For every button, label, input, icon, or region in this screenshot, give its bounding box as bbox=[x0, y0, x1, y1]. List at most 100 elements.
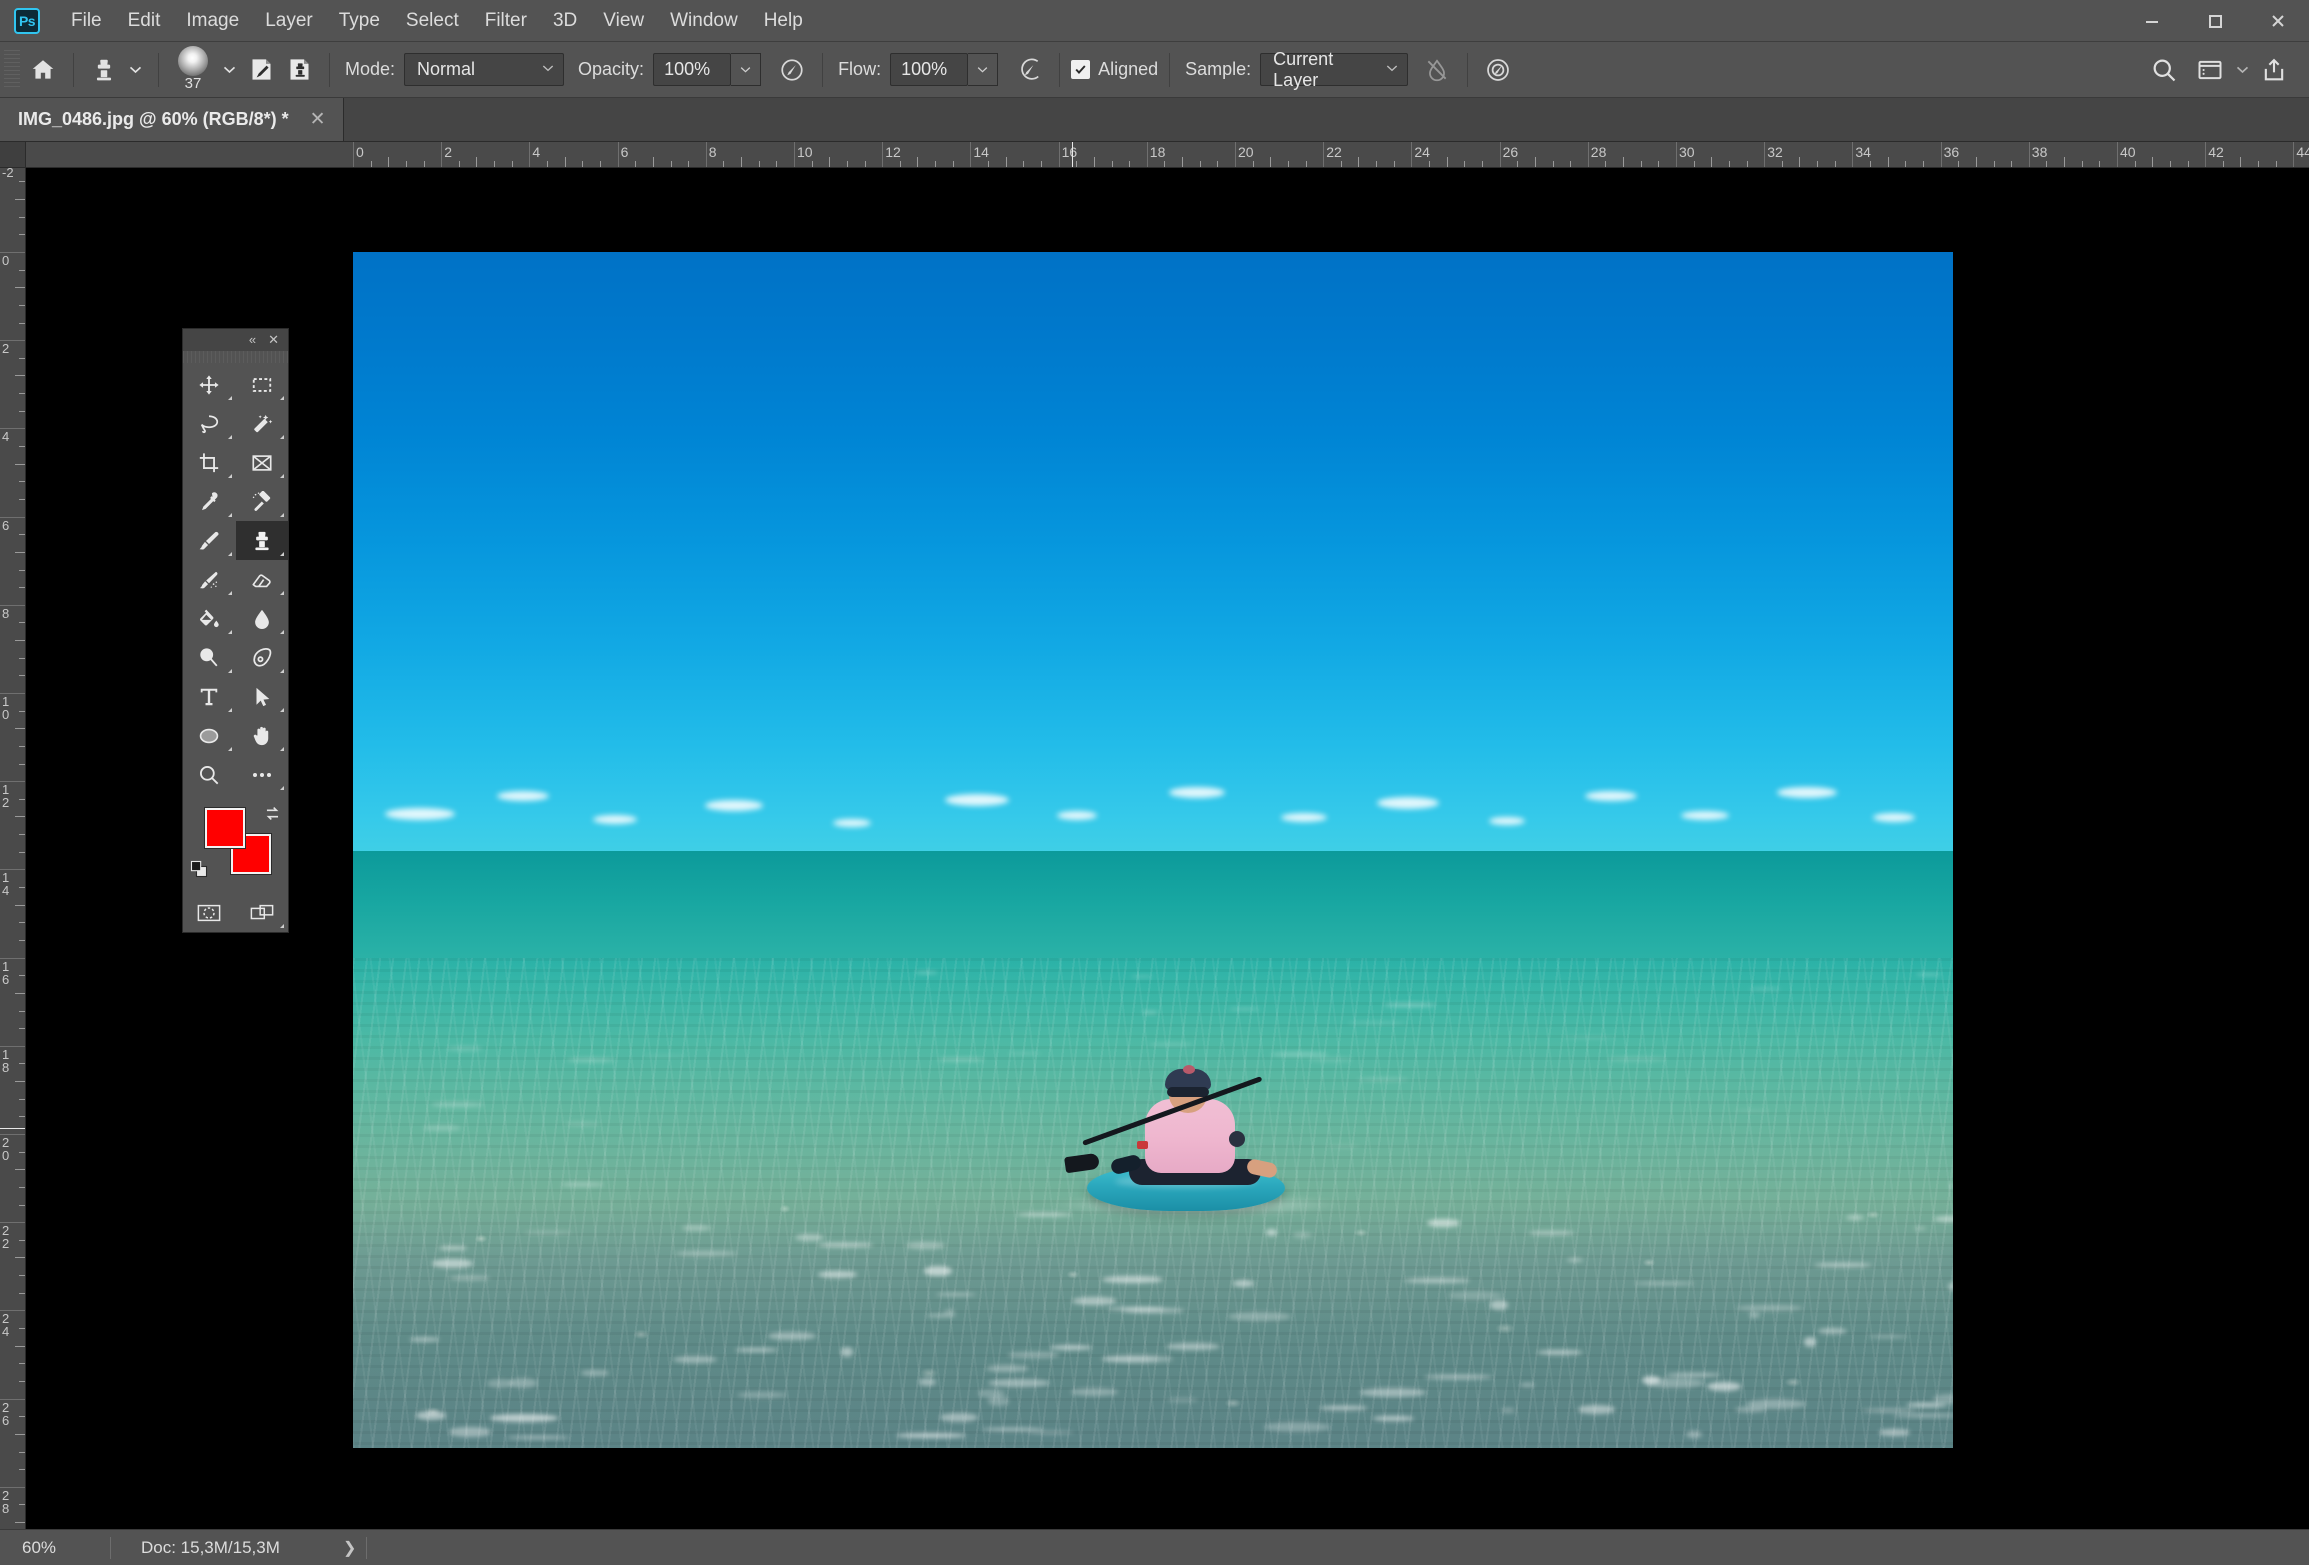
options-bar-grip[interactable] bbox=[4, 50, 20, 90]
close-button[interactable] bbox=[2246, 0, 2309, 42]
share-icon[interactable] bbox=[2255, 51, 2293, 89]
ruler-minor-tick bbox=[1553, 161, 1554, 168]
pressure-size-icon[interactable] bbox=[1479, 51, 1517, 89]
aligned-checkbox[interactable]: Aligned bbox=[1071, 59, 1158, 80]
document-tab[interactable]: IMG_0486.jpg @ 60% (RGB/8*) * ✕ bbox=[0, 97, 344, 141]
menu-image[interactable]: Image bbox=[173, 5, 252, 37]
menu-filter[interactable]: Filter bbox=[472, 5, 540, 37]
eraser-tool[interactable] bbox=[236, 560, 289, 599]
chevron-down-icon bbox=[1385, 59, 1399, 80]
ignore-adjustment-layers-icon[interactable] bbox=[1418, 51, 1456, 89]
swap-arrows-icon[interactable] bbox=[263, 804, 282, 828]
dodge-tool[interactable] bbox=[183, 638, 236, 677]
menu-window[interactable]: Window bbox=[657, 5, 751, 37]
brush-preset-picker[interactable]: 37 bbox=[170, 48, 216, 92]
ruler-minor-tick bbox=[1535, 157, 1536, 168]
edit-toolbar-tool[interactable] bbox=[236, 755, 289, 794]
menu-3d[interactable]: 3D bbox=[540, 5, 590, 37]
search-icon[interactable] bbox=[2145, 51, 2183, 89]
menu-view[interactable]: View bbox=[590, 5, 657, 37]
tools-panel-header[interactable]: « ✕ bbox=[183, 329, 288, 351]
horizontal-ruler[interactable]: 0 2 4 6 8 10 12 14 16 18 20 22 24 26 28 30 32 34 36 38 40 42 4… bbox=[26, 142, 2309, 168]
ruler-minor-tick bbox=[19, 587, 26, 588]
ruler-minor-tick bbox=[1041, 161, 1042, 168]
eyedropper-tool[interactable] bbox=[183, 482, 236, 521]
tool-flyout-corner bbox=[280, 591, 284, 595]
blur-tool[interactable] bbox=[236, 599, 289, 638]
gradient-tool[interactable] bbox=[183, 599, 236, 638]
tool-preset-chevron-down-icon[interactable] bbox=[123, 51, 147, 89]
tool-flyout-corner bbox=[280, 924, 284, 928]
home-icon[interactable] bbox=[24, 51, 62, 89]
lasso-tool[interactable] bbox=[183, 404, 236, 443]
maximize-button[interactable] bbox=[2183, 0, 2246, 42]
flow-stepper-chevron-down-icon[interactable] bbox=[968, 53, 998, 86]
canvas-area[interactable] bbox=[26, 168, 2309, 1529]
status-expand-chevron-right-icon[interactable]: ❯ bbox=[341, 1538, 356, 1558]
history-brush-tool[interactable] bbox=[183, 560, 236, 599]
ruler-label: 24 bbox=[2, 1312, 14, 1338]
crop-tool[interactable] bbox=[183, 443, 236, 482]
ruler-label: 20 bbox=[2, 1136, 14, 1162]
minimize-button[interactable] bbox=[2120, 0, 2183, 42]
zoom-level[interactable]: 60% bbox=[0, 1538, 110, 1558]
airbrush-icon[interactable] bbox=[1010, 51, 1048, 89]
move-tool[interactable] bbox=[183, 365, 236, 404]
workspace-chevron-down-icon[interactable] bbox=[2229, 51, 2255, 89]
ellipse-tool[interactable] bbox=[183, 716, 236, 755]
menu-layer[interactable]: Layer bbox=[252, 5, 326, 37]
opacity-stepper-chevron-down-icon[interactable] bbox=[731, 53, 761, 86]
screen-mode-tool[interactable] bbox=[236, 894, 289, 932]
opacity-value[interactable]: 100% bbox=[653, 53, 731, 86]
ruler-minor-tick bbox=[19, 393, 26, 394]
collapse-double-chevron-icon[interactable]: « bbox=[246, 333, 259, 347]
ruler-minor-tick bbox=[19, 1452, 26, 1453]
path-selection-tool[interactable] bbox=[236, 677, 289, 716]
magic-wand-tool[interactable] bbox=[236, 404, 289, 443]
rectangular-marquee-tool[interactable] bbox=[236, 365, 289, 404]
tab-close-icon[interactable]: ✕ bbox=[307, 108, 329, 131]
brush-panel-icon[interactable] bbox=[242, 51, 280, 89]
ruler-minor-tick bbox=[1253, 161, 1254, 168]
tools-panel[interactable]: « ✕ bbox=[182, 328, 289, 933]
spot-healing-brush-tool[interactable] bbox=[236, 482, 289, 521]
menu-file[interactable]: File bbox=[58, 5, 115, 37]
pressure-opacity-icon[interactable] bbox=[773, 51, 811, 89]
sample-select[interactable]: Current Layer bbox=[1260, 53, 1408, 86]
document-photo[interactable] bbox=[353, 252, 1953, 1448]
ruler-minor-tick bbox=[19, 1099, 26, 1100]
menu-edit[interactable]: Edit bbox=[115, 5, 174, 37]
menu-help[interactable]: Help bbox=[751, 5, 816, 37]
brush-tool[interactable] bbox=[183, 521, 236, 560]
ruler-minor-tick bbox=[688, 161, 689, 168]
foreground-color-swatch[interactable] bbox=[205, 808, 245, 848]
zoom-tool[interactable] bbox=[183, 755, 236, 794]
ruler-label: 28 bbox=[2, 1489, 14, 1515]
menu-select[interactable]: Select bbox=[393, 5, 472, 37]
hand-tool[interactable] bbox=[236, 716, 289, 755]
document-info[interactable]: Doc: 15,3M/15,3M bbox=[111, 1538, 341, 1558]
vertical-ruler[interactable]: -2 0 2 4 6 8 10 12 14 16 18 20 22 24 26 28 bbox=[0, 168, 26, 1529]
quick-mask-tool[interactable] bbox=[183, 894, 236, 932]
clone-stamp-tool[interactable] bbox=[236, 521, 289, 560]
clone-stamp-icon[interactable] bbox=[85, 51, 123, 89]
close-icon[interactable]: ✕ bbox=[265, 333, 282, 347]
brush-chevron-down-icon[interactable] bbox=[216, 51, 242, 89]
flow-value[interactable]: 100% bbox=[890, 53, 968, 86]
frame-tool[interactable] bbox=[236, 443, 289, 482]
photo-paddleboarder bbox=[1093, 1059, 1293, 1209]
menu-type[interactable]: Type bbox=[326, 5, 393, 37]
workspace-icon[interactable] bbox=[2191, 51, 2229, 89]
ruler-minor-tick bbox=[19, 181, 26, 182]
ruler-minor-tick bbox=[1288, 161, 1289, 168]
ruler-corner[interactable] bbox=[0, 142, 26, 168]
tools-panel-grip[interactable] bbox=[183, 351, 288, 363]
mode-value: Normal bbox=[417, 59, 475, 80]
default-colors-icon[interactable] bbox=[189, 859, 209, 884]
type-tool[interactable] bbox=[183, 677, 236, 716]
mode-select[interactable]: Normal bbox=[404, 53, 564, 86]
clone-source-panel-icon[interactable] bbox=[280, 51, 318, 89]
pen-tool[interactable] bbox=[236, 638, 289, 677]
ruler-minor-tick bbox=[1464, 161, 1465, 168]
ruler-minor-tick bbox=[2223, 161, 2224, 168]
